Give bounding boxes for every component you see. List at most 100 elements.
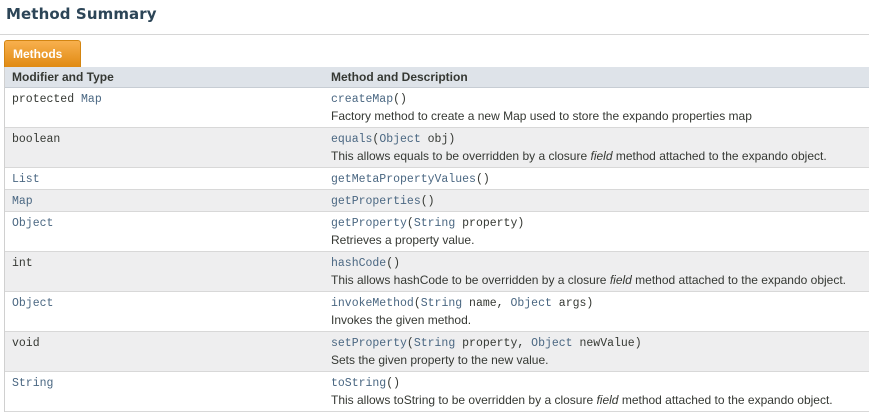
table-header: Modifier and Type Method and Description: [5, 67, 869, 88]
method-link[interactable]: toString: [331, 377, 386, 390]
table-row: protected Map createMap() Factory method…: [5, 88, 869, 128]
method-cell: createMap() Factory method to create a n…: [323, 88, 869, 127]
description-text: Retrieves a property value.: [331, 233, 475, 247]
method-description: Sets the given property to the new value…: [331, 353, 869, 367]
method-signature: getProperties(): [331, 190, 869, 208]
method-description: This allows equals to be overridden by a…: [331, 149, 869, 163]
type-link[interactable]: String: [12, 377, 53, 390]
type-link[interactable]: Object: [12, 297, 53, 310]
signature-part: name,: [462, 297, 511, 310]
table-row: int hashCode() This allows hashCode to b…: [5, 252, 869, 292]
description-text: Factory method to create a new Map used …: [331, 109, 752, 123]
signature-part: property,: [455, 337, 532, 350]
param-type-link[interactable]: String: [414, 217, 455, 230]
method-cell: toString() This allows toString to be ov…: [323, 372, 869, 411]
modifier-type: void: [5, 332, 323, 371]
description-text: Sets the given property to the new value…: [331, 353, 549, 367]
method-cell: getProperty(String property) Retrieves a…: [323, 212, 869, 251]
method-signature: toString(): [331, 372, 869, 390]
tab-bar: Methods: [4, 40, 869, 67]
description-text: method attached to the expando object.: [618, 393, 833, 407]
modifier-type: Object: [5, 292, 323, 331]
signature-part: newValue): [572, 337, 642, 350]
method-description: Factory method to create a new Map used …: [331, 109, 869, 123]
column-header-method: Method and Description: [331, 70, 468, 84]
table-row: void setProperty(String property, Object…: [5, 332, 869, 372]
method-cell: invokeMethod(String name, Object args) I…: [323, 292, 869, 331]
param-type-link[interactable]: Object: [531, 337, 572, 350]
type-link[interactable]: List: [12, 173, 40, 186]
signature-part: (): [386, 257, 401, 270]
method-signature: getProperty(String property): [331, 212, 869, 230]
description-emphasis: field: [590, 149, 613, 163]
param-type-link[interactable]: Object: [379, 133, 420, 146]
method-link[interactable]: invokeMethod: [331, 297, 414, 310]
type-link[interactable]: Object: [12, 217, 53, 230]
description-text: This allows toString to be overridden by…: [331, 393, 597, 407]
modifier-keyword: protected: [12, 93, 82, 106]
modifier-keyword: boolean: [12, 133, 61, 146]
method-link[interactable]: hashCode: [331, 257, 386, 270]
method-description: This allows hashCode to be overridden by…: [331, 273, 869, 287]
method-link[interactable]: getMetaPropertyValues: [331, 173, 476, 186]
method-link[interactable]: equals: [331, 133, 372, 146]
type-link[interactable]: Map: [12, 195, 33, 208]
method-cell: hashCode() This allows hashCode to be ov…: [323, 252, 869, 291]
signature-part: (): [475, 173, 490, 186]
param-type-link[interactable]: String: [414, 337, 455, 350]
signature-part: obj): [420, 133, 456, 146]
method-signature: invokeMethod(String name, Object args): [331, 292, 869, 310]
method-signature: setProperty(String property, Object newV…: [331, 332, 869, 350]
modifier-type: int: [5, 252, 323, 291]
method-description: This allows toString to be overridden by…: [331, 393, 869, 407]
method-link[interactable]: createMap: [331, 93, 393, 106]
table-row: String toString() This allows toString t…: [5, 372, 869, 412]
table-row: boolean equals(Object obj) This allows e…: [5, 128, 869, 168]
method-link[interactable]: setProperty: [331, 337, 407, 350]
table-row: List getMetaPropertyValues(): [5, 168, 869, 190]
method-signature: createMap(): [331, 88, 869, 106]
method-cell: setProperty(String property, Object newV…: [323, 332, 869, 371]
page-title: Method Summary: [6, 5, 157, 23]
column-header-modifier: Modifier and Type: [12, 70, 114, 84]
heading-divider: [0, 34, 869, 35]
description-text: method attached to the expando object.: [631, 273, 846, 287]
method-description: Invokes the given method.: [331, 313, 869, 327]
table-row: Object getProperty(String property) Retr…: [5, 212, 869, 252]
method-description: Retrieves a property value.: [331, 233, 869, 247]
modifier-keyword: int: [12, 257, 33, 270]
tab-methods[interactable]: Methods: [4, 40, 82, 67]
param-type-link[interactable]: Object: [510, 297, 551, 310]
modifier-type: String: [5, 372, 323, 411]
method-link[interactable]: getProperties: [331, 195, 421, 208]
description-emphasis: field: [609, 273, 632, 287]
signature-part: (): [393, 93, 407, 106]
table-row: Object invokeMethod(String name, Object …: [5, 292, 869, 332]
description-text: This allows equals to be overridden by a…: [331, 149, 591, 163]
method-link[interactable]: getProperty: [331, 217, 407, 230]
signature-part: (: [406, 217, 414, 230]
method-summary-table: Modifier and Type Method and Description…: [4, 67, 869, 412]
description-text: Invokes the given method.: [331, 313, 472, 327]
modifier-type: Object: [5, 212, 323, 251]
method-signature: equals(Object obj): [331, 128, 869, 146]
signature-part: property): [455, 217, 525, 230]
modifier-type: boolean: [5, 128, 323, 167]
param-type-link[interactable]: String: [421, 297, 462, 310]
modifier-type: List: [5, 168, 323, 189]
method-cell: getMetaPropertyValues(): [323, 168, 869, 189]
description-text: method attached to the expando object.: [612, 149, 827, 163]
description-emphasis: field: [596, 393, 619, 407]
modifier-type: Map: [5, 190, 323, 211]
method-cell: equals(Object obj) This allows equals to…: [323, 128, 869, 167]
method-signature: getMetaPropertyValues(): [331, 168, 869, 186]
signature-part: (): [386, 377, 401, 390]
method-cell: getProperties(): [323, 190, 869, 211]
description-text: This allows hashCode to be overridden by…: [331, 273, 610, 287]
modifier-type: protected Map: [5, 88, 323, 127]
signature-part: args): [551, 297, 594, 310]
modifier-keyword: void: [12, 337, 40, 350]
signature-part: (: [413, 297, 421, 310]
method-signature: hashCode(): [331, 252, 869, 270]
type-link[interactable]: Map: [81, 93, 102, 106]
